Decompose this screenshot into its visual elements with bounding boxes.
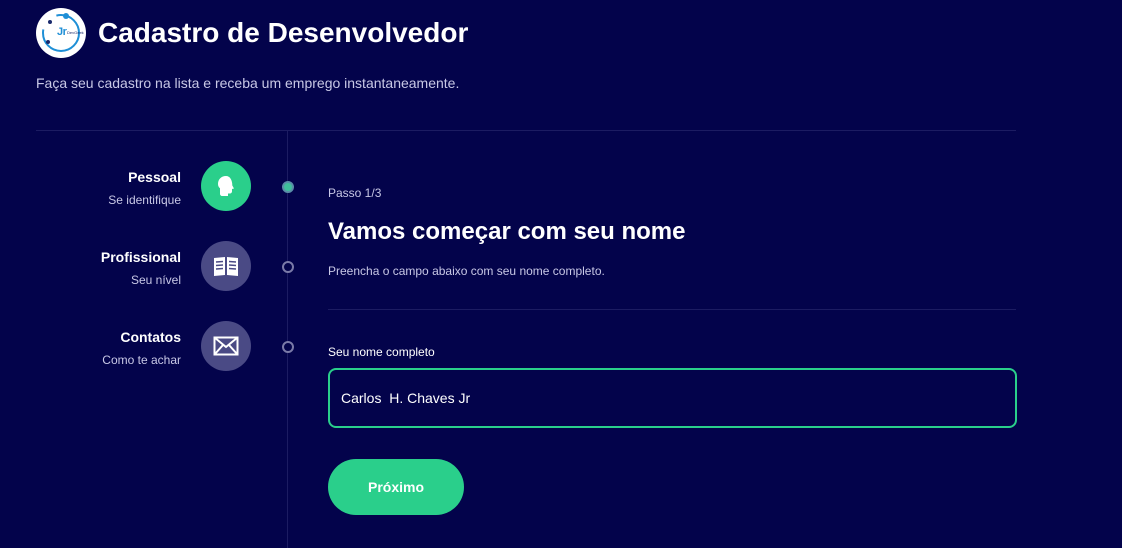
name-input[interactable] [328, 368, 1017, 428]
step-pessoal[interactable]: Pessoal Se identifique [36, 161, 296, 211]
step-icon-circle [201, 241, 251, 291]
step-dot [282, 341, 294, 353]
logo-tag: DevGeek [67, 30, 84, 35]
step-name: Profissional [100, 249, 181, 265]
step-contatos[interactable]: Contatos Como te achar [36, 321, 296, 371]
step-dot [282, 261, 294, 273]
header-divider [36, 130, 1016, 131]
step-description: Seu nível [130, 273, 181, 287]
step-description: Se identifique [108, 193, 181, 207]
form-divider [328, 309, 1016, 310]
name-field-label: Seu nome completo [328, 345, 435, 359]
page-title: Cadastro de Desenvolvedor [98, 17, 469, 48]
form-hint: Preencha o campo abaixo com seu nome com… [328, 264, 605, 278]
step-description: Como te achar [102, 353, 181, 367]
step-icon-circle [201, 321, 251, 371]
step-profissional[interactable]: Profissional Seu nível [36, 241, 296, 291]
book-icon [214, 257, 238, 276]
next-button[interactable]: Próximo [328, 459, 464, 515]
step-name: Contatos [120, 329, 181, 345]
logo-mark: Jr [57, 26, 67, 38]
step-icon-circle [201, 161, 251, 211]
logo: Jr DevGeek [36, 8, 86, 58]
page-subtitle: Faça seu cadastro na lista e receba um e… [36, 75, 460, 91]
step-indicator: Passo 1/3 [328, 186, 382, 200]
step-dot [282, 181, 294, 193]
page-header: Jr DevGeek Cadastro de Desenvolvedor [36, 8, 468, 58]
head-icon [218, 176, 234, 196]
envelope-icon [213, 336, 239, 356]
form-heading: Vamos começar com seu nome [328, 218, 686, 245]
step-name: Pessoal [128, 169, 181, 185]
